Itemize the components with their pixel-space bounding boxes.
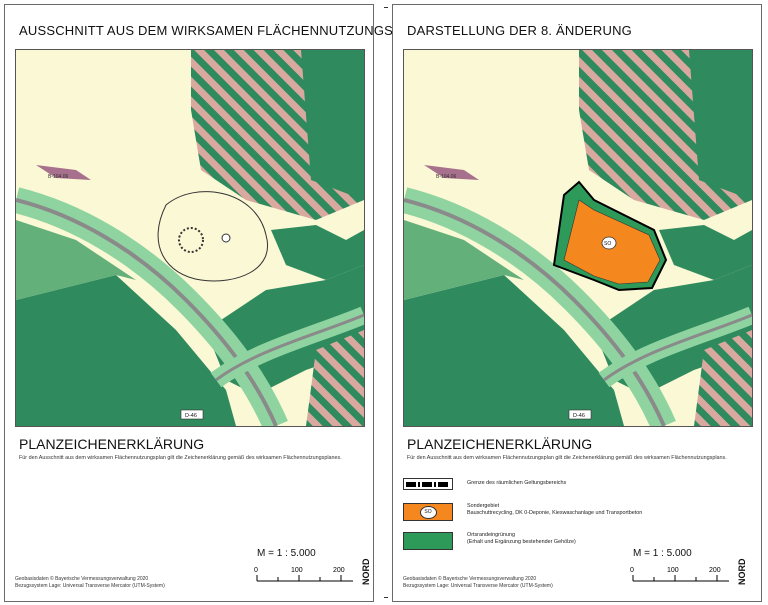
scale-tick-0: 0 (630, 567, 634, 574)
special-area-symbol: SO (403, 503, 453, 521)
scale-label: M = 1 : 5.000 (633, 548, 692, 559)
so-badge: SO (419, 505, 437, 519)
map-amendment[interactable]: SO B-104.06 D-46 (403, 49, 753, 427)
credit-line: Geobasisdaten © Bayerische Vermessungsve… (15, 576, 149, 582)
boundary-symbol (403, 478, 453, 490)
scale-tick-200: 200 (333, 567, 345, 574)
map-title: DARSTELLUNG DER 8. ÄNDERUNG (407, 23, 632, 38)
legend-item-label: Grenze des räumlichen Geltungsbereichs (467, 480, 567, 486)
map-canvas: B-104.06 D-46 (16, 50, 364, 426)
road-label: D-46 (573, 413, 585, 419)
scalebar: 0 100 200 (254, 567, 353, 582)
plan-symbol (221, 233, 231, 243)
scalebar: 0 100 200 (630, 567, 729, 582)
green-buffer-symbol (403, 532, 453, 550)
scale-tick-0: 0 (254, 567, 258, 574)
parcel-label: B-104.06 (436, 174, 457, 180)
north-label: NORD (361, 558, 371, 586)
scale-tick-100: 100 (667, 567, 679, 574)
so-label: SO (604, 241, 611, 247)
legend-title: PLANZEICHENERKLÄRUNG (407, 436, 593, 452)
map-existing[interactable]: B-104.06 D-46 (15, 49, 365, 427)
credits: Geobasisdaten © Bayerische Vermessungsve… (403, 576, 553, 590)
legend-item-green-buffer: Ortsrandeingrünung (Erhalt und Ergänzung… (403, 532, 576, 550)
map-canvas: SO B-104.06 D-46 (404, 50, 752, 426)
scale-tick-100: 100 (291, 567, 303, 574)
map-title: AUSSCHNITT AUS DEM WIRKSAMEN FLÄCHENNUTZ… (19, 23, 428, 38)
credit-line: Bezugssystem Lage: Universal Transverse … (15, 583, 165, 589)
scale-label: M = 1 : 5.000 (257, 548, 316, 559)
legend-item-label: Ortsrandeingrünung (Erhalt und Ergänzung… (467, 532, 576, 545)
credit-line: Geobasisdaten © Bayerische Vermessungsve… (403, 576, 537, 582)
legend-item-label: Sondergebiet Bauschuttrecycling, DK 0-De… (467, 503, 643, 516)
legend-item-special-area: SO Sondergebiet Bauschuttrecycling, DK 0… (403, 503, 642, 521)
parcel-label: B-104.06 (48, 174, 69, 180)
sheet-existing-plan: AUSSCHNITT AUS DEM WIRKSAMEN FLÄCHENNUTZ… (4, 4, 428, 602)
scale-tick-200: 200 (709, 567, 721, 574)
legend-title: PLANZEICHENERKLÄRUNG (19, 436, 205, 452)
fold-mark (384, 597, 388, 598)
legend-note: Für den Ausschnitt aus dem wirksamen Flä… (19, 455, 342, 461)
road-label: D-46 (185, 413, 197, 419)
legend-item-boundary: Grenze des räumlichen Geltungsbereichs (403, 478, 566, 490)
legend-note: Für den Ausschnitt aus dem wirksamen Flä… (407, 455, 727, 461)
sheet-amendment-plan: DARSTELLUNG DER 8. ÄNDERUNG SO B-104.06 … (392, 4, 762, 602)
fold-mark (384, 7, 388, 8)
credit-line: Bezugssystem Lage: Universal Transverse … (403, 583, 553, 589)
credits: Geobasisdaten © Bayerische Vermessungsve… (15, 576, 165, 590)
north-label: NORD (737, 558, 747, 586)
